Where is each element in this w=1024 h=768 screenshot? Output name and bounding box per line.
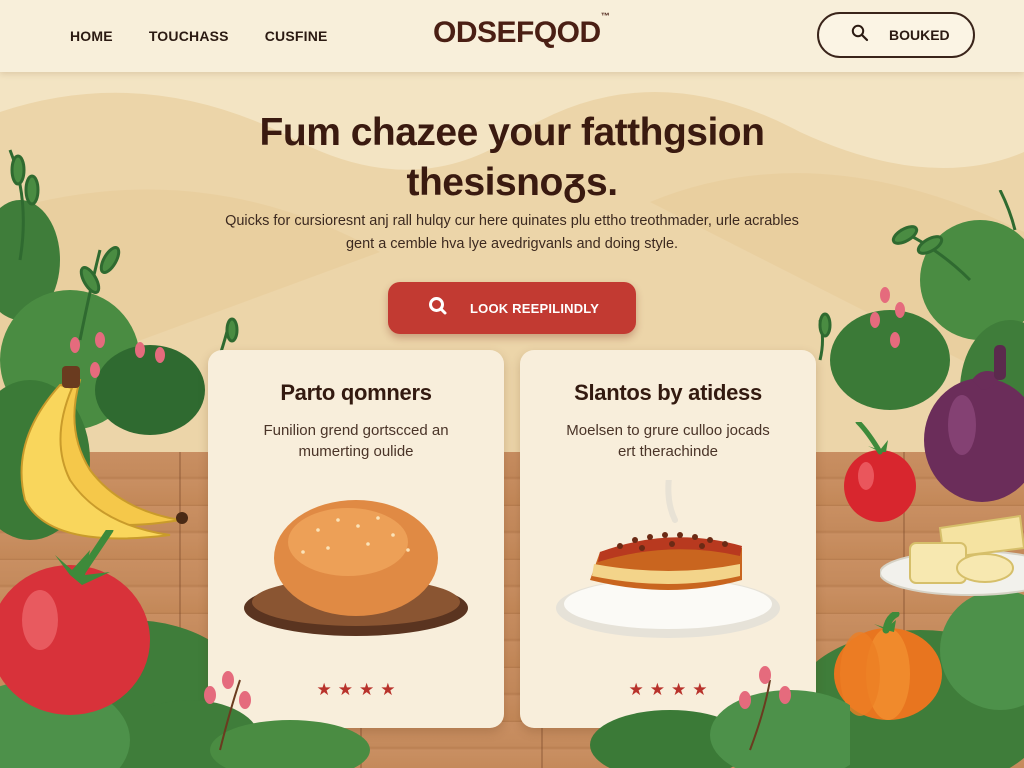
booked-button-label: BOUKED xyxy=(889,27,950,43)
hero-title-line2: thesisnoᵹs. xyxy=(406,161,618,204)
card-description: Funilion grend gortscced an mumerting ou… xyxy=(208,420,504,462)
card-title: Parto qomners xyxy=(280,380,432,405)
logo-text: ODSEFQOD xyxy=(433,16,601,49)
card-description-line1: Moelsen to grure culloo jocads xyxy=(566,422,770,439)
look-button-label: LOOK REEPILINDLY xyxy=(470,300,600,316)
lasagna-plate-icon xyxy=(556,480,780,638)
card-title: Slantos by atidess xyxy=(574,380,762,405)
hero-title: Fum chazee your fatthgsion thesisnoᵹs. xyxy=(0,108,1024,208)
cheese-plate-icon xyxy=(880,514,1024,596)
card-description: Moelsen to grure culloo jocads ert thera… xyxy=(520,420,816,462)
booked-button[interactable]: BOUKED xyxy=(817,12,975,58)
bread-bun-icon xyxy=(244,500,468,636)
card-description-line2: mumerting oulide xyxy=(298,443,414,460)
look-button[interactable]: LOOK REEPILINDLY xyxy=(388,282,636,334)
hero-subtitle-line2: gent a cemble hva lye avedrigvanls and d… xyxy=(345,236,679,252)
hero-subtitle-line1: Quicks for cursioresnt anj rall hulqy cu… xyxy=(225,213,799,229)
search-icon xyxy=(428,296,448,321)
card-description-line1: Funilion grend gortscced an xyxy=(263,422,449,439)
nav-touchass[interactable]: TOUCHASS xyxy=(149,28,229,44)
top-navbar: HOME TOUCHASS CUSFINE ODSEFQOD™ BOUKED xyxy=(0,0,1024,72)
nav-home[interactable]: HOME xyxy=(70,28,113,44)
bottom-foliage xyxy=(150,666,850,768)
search-icon xyxy=(851,24,869,47)
hero-subtitle: Quicks for cursioresnt anj rall hulqy cu… xyxy=(212,210,812,256)
brand-logo[interactable]: ODSEFQOD™ xyxy=(433,11,610,50)
tomato-icon xyxy=(0,530,150,715)
nav-cusfine[interactable]: CUSFINE xyxy=(265,28,328,44)
hero-title-line1: Fum chazee your fatthgsion xyxy=(259,111,765,154)
main-nav: HOME TOUCHASS CUSFINE xyxy=(70,0,328,72)
eggplant-icon xyxy=(924,345,1024,502)
card-description-line2: ert therachinde xyxy=(617,443,719,460)
trademark-mark: ™ xyxy=(600,11,610,21)
